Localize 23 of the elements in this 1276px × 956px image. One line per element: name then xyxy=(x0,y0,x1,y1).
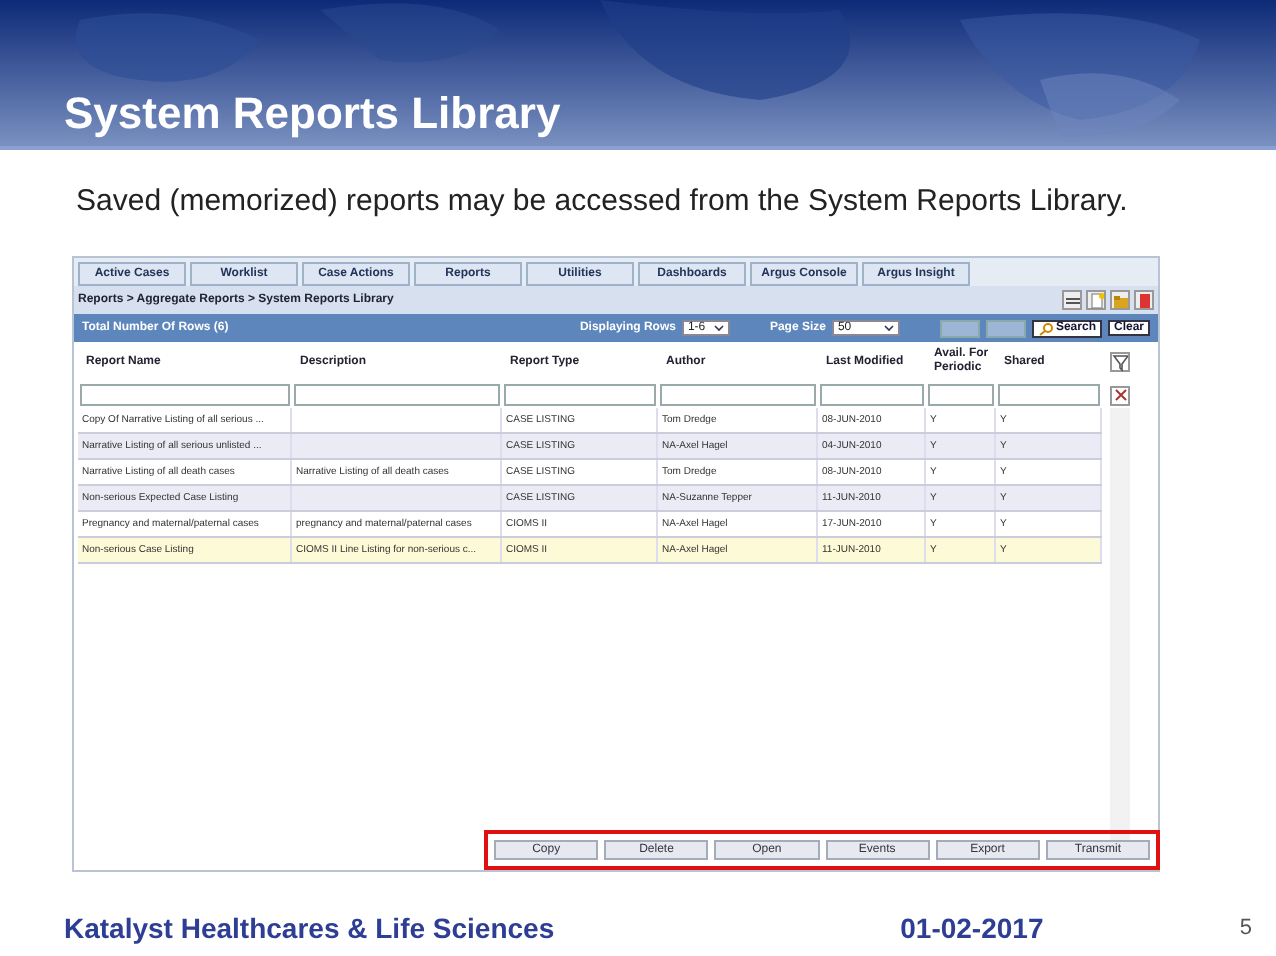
nav-button[interactable] xyxy=(985,319,1026,337)
list-icon[interactable] xyxy=(1062,290,1082,310)
filter-field[interactable] xyxy=(660,384,816,406)
scrollbar[interactable] xyxy=(1110,408,1130,840)
chevron-down-icon xyxy=(883,324,894,332)
company-name: Katalyst Healthcares & Life Sciences xyxy=(64,912,555,944)
filter-field[interactable] xyxy=(80,384,290,406)
new-document-icon[interactable] xyxy=(1086,290,1106,310)
slide-date: 01-02-2017 xyxy=(900,912,1044,944)
filter-field[interactable] xyxy=(928,384,994,406)
slide-subtitle: Saved (memorized) reports may be accessed from the System Reports Library. xyxy=(76,184,1130,222)
filter-field[interactable] xyxy=(820,384,924,406)
slide-title: System Reports Library xyxy=(64,88,561,140)
search-icon xyxy=(1037,321,1054,335)
filter-field[interactable] xyxy=(294,384,500,406)
page-number: 5 xyxy=(1239,916,1252,940)
filter-field[interactable] xyxy=(504,384,656,406)
clear-filter-icon[interactable] xyxy=(1110,385,1130,405)
filter-field[interactable] xyxy=(998,384,1100,406)
nav-button[interactable] xyxy=(939,319,980,337)
chevron-down-icon xyxy=(713,324,724,332)
folder-icon[interactable] xyxy=(1110,290,1130,310)
filter-icon[interactable] xyxy=(1110,352,1130,372)
